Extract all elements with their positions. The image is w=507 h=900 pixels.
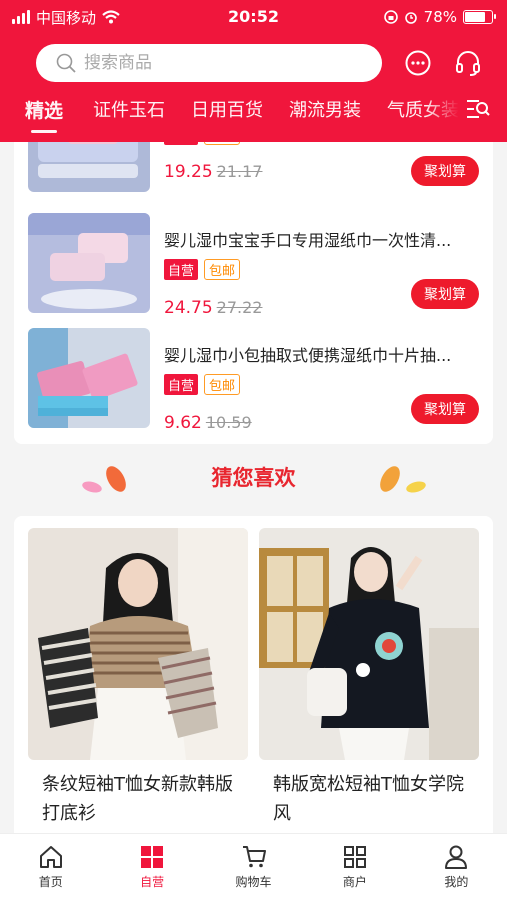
list-search-icon	[467, 100, 490, 118]
grid-icon	[141, 846, 164, 868]
nav-label: 商户	[342, 875, 367, 889]
signal-icon	[12, 10, 30, 24]
deal-button[interactable]: 聚划算	[411, 394, 479, 424]
guess-you-like-title: 猜您喜欢	[211, 466, 296, 490]
store-grid-icon	[343, 846, 366, 868]
nav-label: 购物车	[235, 875, 272, 889]
recommend-name[interactable]: 条纹短袖T恤女新款韩版打底衫	[28, 770, 248, 828]
search-icon	[56, 53, 76, 73]
recommend-name[interactable]: 韩版宽松短袖T恤女学院风	[259, 770, 479, 828]
nav-label: 我的	[444, 875, 469, 889]
search-box[interactable]	[36, 44, 382, 82]
product-list: 自营 包邮 19.2521.17 聚划算 婴儿湿巾宝宝手口专用湿纸巾一次性清..…	[14, 118, 493, 444]
free-shipping-badge: 包邮	[204, 374, 241, 395]
list-item[interactable]: 婴儿湿巾宝宝手口专用湿纸巾一次性清... 自营 包邮 24.75 27.22 聚划…	[14, 213, 493, 323]
nav-cart[interactable]: 购物车	[203, 834, 304, 900]
self-operated-badge: 自营	[164, 259, 199, 280]
tab-mens-fashion[interactable]: 潮流男装	[289, 96, 361, 122]
deal-button[interactable]: 聚划算	[411, 156, 479, 186]
tab-id-jade[interactable]: 证件玉石	[93, 96, 165, 122]
alarm-icon	[404, 12, 417, 24]
original-price: 21.17	[216, 162, 263, 181]
user-icon	[445, 845, 468, 869]
wifi-icon	[102, 10, 120, 24]
home-icon	[39, 846, 62, 868]
lock-rotation-icon	[383, 10, 398, 24]
price: 9.62 10.59	[164, 413, 252, 433]
decor-leaves-right	[380, 466, 426, 493]
category-tabs: 精选 证件玉石 日用百货 潮流男装 气质女装	[0, 84, 507, 134]
product-thumbnail[interactable]	[28, 328, 150, 428]
recommend-item[interactable]: 条纹短袖T恤女新款韩版打底衫	[28, 528, 248, 828]
nav-home[interactable]: 首页	[0, 834, 101, 900]
price: 19.25 21.17	[164, 162, 262, 182]
tab-fade	[425, 84, 459, 134]
original-price: 27.22	[216, 298, 263, 317]
nav-self-operated[interactable]: 自营	[101, 834, 202, 900]
message-button[interactable]	[404, 49, 432, 77]
original-price: 10.59	[205, 413, 252, 432]
recommend-image[interactable]	[259, 528, 479, 760]
current-price: 9.62	[164, 413, 202, 433]
recommend-item[interactable]: 韩版宽松短袖T恤女学院风	[259, 528, 479, 828]
recommend-grid: 条纹短袖T恤女新款韩版打底衫 韩版宽松短袖T恤女学院风	[14, 516, 493, 846]
tab-daily-goods[interactable]: 日用百货	[191, 96, 263, 122]
product-title[interactable]: 婴儿湿巾小包抽取式便携湿纸巾十片抽...	[164, 342, 464, 366]
battery-icon	[463, 10, 496, 24]
list-item[interactable]: 婴儿湿巾小包抽取式便携湿纸巾十片抽... 自营 包邮 9.62 10.59 聚划算	[14, 328, 493, 438]
self-operated-badge: 自营	[164, 374, 199, 395]
status-bar: 中国移动 20:52 78%	[0, 0, 507, 34]
nav-label: 自营	[140, 875, 165, 889]
nav-mine[interactable]: 我的	[406, 834, 507, 900]
bottom-nav: 首页 自营 购物车 商户 我的	[0, 833, 507, 900]
top-header: 中国移动 20:52 78% 精选 证件玉石 日用百货 潮流男装 气质女装	[0, 0, 507, 142]
carrier-label: 中国移动	[36, 8, 97, 27]
category-menu-button[interactable]	[463, 94, 493, 124]
current-price: 19.25	[164, 162, 213, 182]
free-shipping-badge: 包邮	[204, 259, 241, 280]
battery-percent: 78%	[423, 8, 457, 26]
cart-icon	[242, 846, 266, 868]
product-thumbnail[interactable]	[28, 213, 150, 313]
search-input[interactable]	[84, 53, 344, 73]
nav-label: 首页	[38, 875, 63, 889]
deal-button[interactable]: 聚划算	[411, 279, 479, 309]
chat-bubble-icon	[405, 50, 431, 76]
customer-service-button[interactable]	[454, 49, 482, 77]
product-title[interactable]: 婴儿湿巾宝宝手口专用湿纸巾一次性清...	[164, 227, 464, 251]
headset-icon	[456, 51, 480, 76]
recommend-image[interactable]	[28, 528, 248, 760]
current-price: 24.75	[164, 298, 213, 318]
price: 24.75 27.22	[164, 298, 262, 318]
tab-featured[interactable]: 精选	[25, 96, 63, 133]
nav-merchants[interactable]: 商户	[304, 834, 405, 900]
